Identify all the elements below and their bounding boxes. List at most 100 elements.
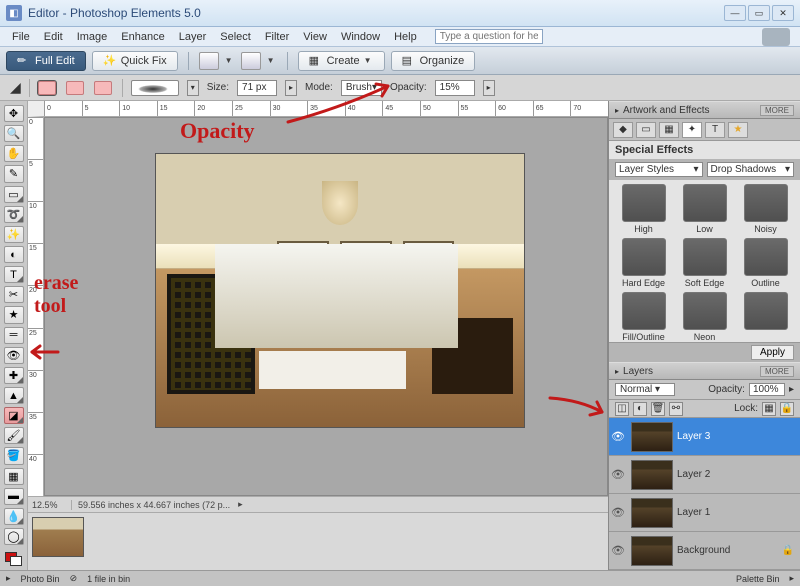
ae-tab-text[interactable]: T [705, 122, 725, 138]
effect-noisy[interactable]: Noisy [737, 184, 794, 234]
eraser-variant-2[interactable] [66, 81, 84, 95]
shape-tool[interactable]: ▬ [4, 488, 24, 505]
menu-window[interactable]: Window [335, 29, 386, 45]
palette-bin-label[interactable]: Palette Bin [736, 574, 780, 584]
minimize-button[interactable]: — [724, 5, 746, 21]
zoom-level[interactable]: 12.5% [28, 500, 72, 510]
zoom-tool[interactable]: 🔍 [4, 125, 24, 142]
effect-neon[interactable]: Neon [676, 292, 733, 342]
ae-tab-effects[interactable]: ✦ [682, 122, 702, 138]
eraser-variant-1[interactable] [38, 81, 56, 95]
apply-button[interactable]: Apply [751, 345, 794, 360]
blur-tool[interactable]: 💧 [4, 508, 24, 525]
maximize-button[interactable]: ▭ [748, 5, 770, 21]
effect-low[interactable]: Low [676, 184, 733, 234]
size-stepper[interactable]: ▸ [285, 80, 297, 96]
effect-type-select[interactable]: Drop Shadows▾ [707, 162, 795, 177]
sponge-tool[interactable]: ◯ [4, 528, 24, 545]
menu-bar: File Edit Image Enhance Layer Select Fil… [0, 27, 800, 47]
layers-more-button[interactable]: MORE [760, 366, 794, 377]
menu-enhance[interactable]: Enhance [115, 29, 170, 45]
lock-transparency-button[interactable]: ▦ [762, 402, 776, 416]
create-button[interactable]: ▦Create▼ [298, 51, 385, 71]
document-image[interactable] [155, 153, 525, 428]
cookie-cutter-tool[interactable]: ★ [4, 306, 24, 323]
delete-layer-button[interactable]: 🗑 [651, 402, 665, 416]
brush-picker-button[interactable]: ▾ [187, 80, 199, 96]
ae-tab-favorites[interactable]: ★ [728, 122, 748, 138]
effect-soft-edge[interactable]: Soft Edge [676, 238, 733, 288]
opacity-stepper[interactable]: ▸ [483, 80, 495, 96]
doc-info: 59.556 inches x 44.667 inches (72 p... [72, 500, 236, 510]
healing-brush-tool[interactable]: ✚ [4, 367, 24, 384]
artwork-more-button[interactable]: MORE [760, 105, 794, 116]
menu-edit[interactable]: Edit [38, 29, 69, 45]
new-adjustment-button[interactable]: ◐ [633, 402, 647, 416]
marquee-tool[interactable]: ▭ [4, 186, 24, 203]
menu-select[interactable]: Select [214, 29, 257, 45]
menu-image[interactable]: Image [71, 29, 114, 45]
paint-bucket-tool[interactable]: 🪣 [4, 447, 24, 464]
opacity-input[interactable]: 15% [435, 80, 475, 96]
eraser-tool[interactable]: ◪ [4, 407, 24, 424]
link-layers-button[interactable]: ⚯ [669, 402, 683, 416]
share-icon[interactable] [241, 52, 261, 70]
ae-tab-themes[interactable]: ▦ [659, 122, 679, 138]
lasso-tool[interactable]: ➰ [4, 206, 24, 223]
organize-button[interactable]: ▤Organize [391, 51, 476, 71]
mode-select[interactable]: Brush▾ [341, 80, 382, 96]
close-button[interactable]: ✕ [772, 5, 794, 21]
bin-thumbnail[interactable] [32, 517, 84, 557]
ae-tab-frames[interactable]: ▭ [636, 122, 656, 138]
menu-view[interactable]: View [297, 29, 333, 45]
brush-tool[interactable]: 🖌 [4, 427, 24, 444]
redeye-tool[interactable]: 👁 [4, 347, 24, 364]
menu-filter[interactable]: Filter [259, 29, 295, 45]
photo-bin-label[interactable]: Photo Bin [21, 574, 60, 584]
menu-file[interactable]: File [6, 29, 36, 45]
move-tool[interactable]: ✥ [4, 105, 24, 122]
print-icon[interactable] [199, 52, 219, 70]
blend-mode-select[interactable]: Normal ▾ [615, 383, 675, 396]
layer-row[interactable]: 👁Layer 2 [609, 456, 800, 494]
layer-row[interactable]: 👁Background🔒 [609, 532, 800, 570]
effect-category-select[interactable]: Layer Styles▾ [615, 162, 703, 177]
camera-icon[interactable] [762, 28, 790, 46]
effect-fill/outline[interactable]: Fill/Outline [615, 292, 672, 342]
canvas-stage[interactable] [44, 117, 608, 496]
magic-wand-tool[interactable]: ✨ [4, 226, 24, 243]
color-swatches[interactable] [5, 552, 23, 566]
selection-brush-tool[interactable]: ◐ [4, 246, 24, 263]
tab-quick-fix[interactable]: ✨Quick Fix [92, 51, 178, 71]
effect-high[interactable]: High [615, 184, 672, 234]
opacity-label: Opacity: [390, 82, 427, 93]
effect-[interactable] [737, 292, 794, 342]
right-panels: ▸Artwork and Effects MORE ◆ ▭ ▦ ✦ T ★ Sp… [608, 101, 800, 570]
lock-all-button[interactable]: 🔒 [780, 402, 794, 416]
effect-hard-edge[interactable]: Hard Edge [615, 238, 672, 288]
layer-opacity-input[interactable]: 100% [749, 383, 785, 396]
hand-tool[interactable]: ✋ [4, 145, 24, 162]
eyedropper-tool[interactable]: ✎ [4, 165, 24, 182]
options-bar: ◢ ▾ Size: 71 px▸ Mode: Brush▾ Opacity: 1… [0, 75, 800, 101]
layer-row[interactable]: 👁Layer 3 [609, 418, 800, 456]
crop-tool[interactable]: ✂ [4, 286, 24, 303]
menu-layer[interactable]: Layer [173, 29, 213, 45]
layers-header[interactable]: ▸Layers MORE [609, 362, 800, 380]
artwork-effects-header[interactable]: ▸Artwork and Effects MORE [609, 101, 800, 119]
gradient-tool[interactable]: ▦ [4, 468, 24, 485]
type-tool[interactable]: T [4, 266, 24, 283]
new-layer-button[interactable]: ◫ [615, 402, 629, 416]
eraser-variant-3[interactable] [94, 81, 112, 95]
clone-stamp-tool[interactable]: ▲ [4, 387, 24, 404]
size-input[interactable]: 71 px [237, 80, 277, 96]
ae-tab-shapes[interactable]: ◆ [613, 122, 633, 138]
brush-preview[interactable] [131, 80, 179, 96]
tab-full-edit[interactable]: ✏Full Edit [6, 51, 86, 71]
menu-help[interactable]: Help [388, 29, 423, 45]
effects-grid: HighLowNoisy Hard EdgeSoft EdgeOutline Fil… [609, 180, 800, 343]
help-search-input[interactable] [435, 29, 543, 44]
effect-outline[interactable]: Outline [737, 238, 794, 288]
straighten-tool[interactable]: ═ [4, 327, 24, 344]
layer-row[interactable]: 👁Layer 1 [609, 494, 800, 532]
